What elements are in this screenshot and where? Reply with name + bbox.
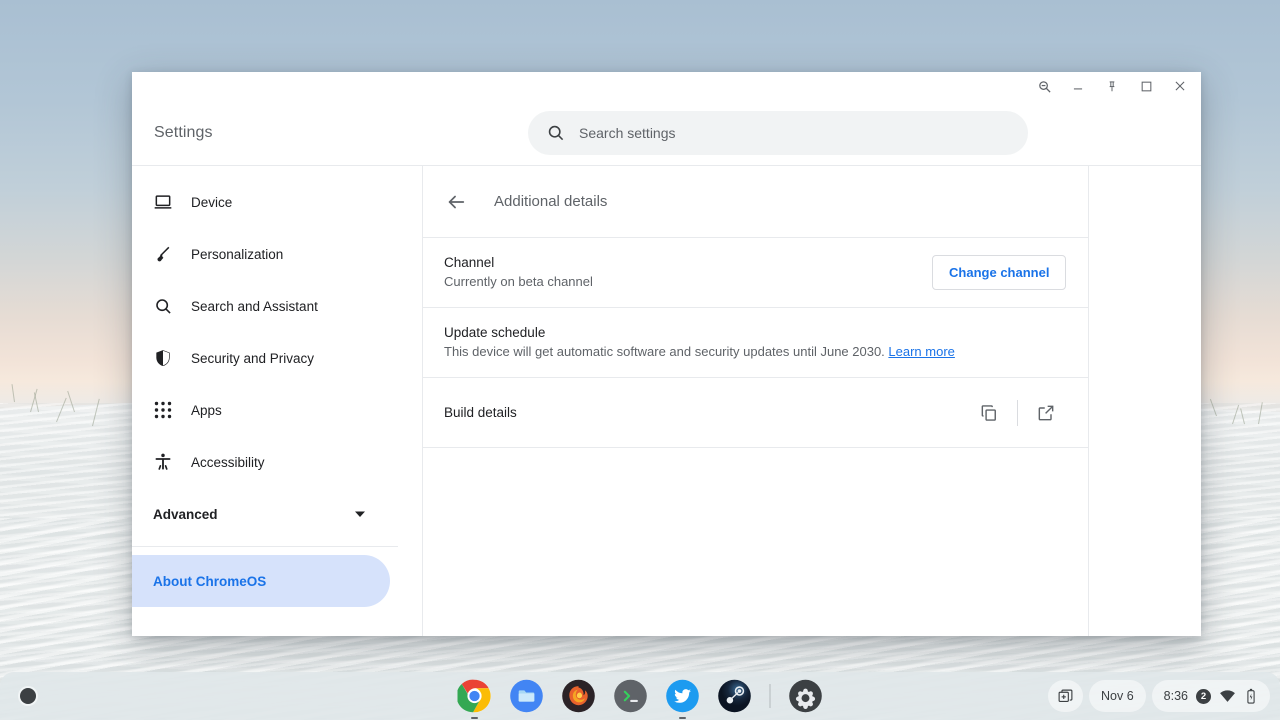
build-details-title: Build details — [444, 405, 517, 420]
settings-window: Settings Device — [132, 72, 1201, 636]
page-title: Additional details — [494, 193, 608, 210]
shield-icon — [153, 348, 173, 368]
files-icon[interactable] — [510, 679, 544, 713]
maximize-icon[interactable] — [1129, 73, 1163, 99]
running-indicator — [679, 717, 686, 719]
pin-icon[interactable] — [1095, 73, 1129, 99]
desk-add-icon[interactable] — [1048, 680, 1083, 712]
sidebar-item-label: Device — [191, 194, 233, 210]
setting-row-update-schedule: Update schedule This device will get aut… — [423, 308, 1089, 378]
shelf-divider — [769, 684, 771, 708]
system-tray: Nov 6 8:36 2 — [1048, 680, 1270, 712]
app-title: Settings — [154, 123, 213, 141]
search-icon — [546, 123, 565, 142]
channel-subtitle: Currently on beta channel — [444, 273, 593, 289]
sidebar-item-label: Search and Assistant — [191, 298, 318, 314]
zoom-search-icon[interactable] — [1027, 73, 1061, 99]
channel-title: Channel — [444, 254, 495, 270]
build-details-actions — [969, 393, 1066, 433]
update-schedule-subtitle: This device will get automatic software … — [444, 344, 955, 361]
grid-apps-icon — [153, 400, 173, 420]
accessibility-person-icon — [153, 452, 173, 472]
sidebar-item-search-and-assistant[interactable]: Search and Assistant — [132, 280, 390, 332]
action-divider — [1017, 399, 1019, 426]
sidebar-item-personalization[interactable]: Personalization — [132, 228, 390, 280]
launcher-button[interactable] — [8, 676, 48, 716]
learn-more-link[interactable]: Learn more — [888, 344, 954, 359]
search-input[interactable] — [579, 124, 1010, 141]
settings-gear-icon[interactable] — [789, 679, 823, 713]
status-tray-pod[interactable]: 8:36 2 — [1151, 680, 1270, 712]
launcher-icon — [20, 688, 36, 704]
sidebar-item-advanced[interactable]: Advanced — [132, 488, 390, 540]
sidebar-item-accessibility[interactable]: Accessibility — [132, 436, 390, 488]
steam-icon[interactable] — [718, 679, 752, 713]
window-body: Device Personalization Search and Assist… — [132, 166, 1201, 636]
sidebar-item-apps[interactable]: Apps — [132, 384, 390, 436]
setting-row-channel: Channel Currently on beta channel Change… — [423, 238, 1089, 308]
setting-row-build-details: Build details — [423, 378, 1089, 448]
update-schedule-text: This device will get automatic software … — [444, 343, 889, 359]
tray-time: 8:36 — [1163, 689, 1188, 703]
chrome-icon[interactable] — [457, 679, 492, 719]
content-header: Additional details — [423, 166, 1089, 238]
laptop-icon — [153, 192, 173, 212]
sidebar-divider — [132, 546, 398, 547]
content-right-gutter — [1089, 166, 1201, 636]
firefox-icon[interactable] — [562, 679, 596, 713]
settings-sidebar: Device Personalization Search and Assist… — [132, 166, 423, 636]
content-filler — [423, 448, 1088, 636]
sidebar-item-about-chromeos[interactable]: About ChromeOS — [132, 555, 390, 607]
shelf: Nov 6 8:36 2 — [0, 672, 1280, 720]
twitter-icon[interactable] — [666, 679, 700, 719]
minimize-icon[interactable] — [1061, 73, 1095, 99]
terminal-icon[interactable] — [614, 679, 648, 713]
change-channel-button[interactable]: Change channel — [932, 255, 1067, 290]
sidebar-item-device[interactable]: Device — [132, 176, 390, 228]
search-icon — [153, 296, 173, 316]
battery-icon — [1244, 688, 1258, 705]
desktop: Settings Device — [0, 0, 1280, 720]
sidebar-item-label: About ChromeOS — [153, 573, 267, 589]
wifi-icon — [1219, 688, 1236, 705]
sidebar-item-label: Apps — [191, 402, 222, 418]
settings-content: Additional details Channel Currently on … — [423, 166, 1090, 636]
back-arrow-icon[interactable] — [444, 190, 468, 214]
paintbrush-icon — [153, 244, 173, 264]
wallpaper-grass — [11, 384, 15, 403]
date-tray-pod[interactable]: Nov 6 — [1089, 680, 1146, 712]
open-external-icon[interactable] — [1026, 393, 1066, 433]
sidebar-item-label: Security and Privacy — [191, 350, 315, 366]
running-indicator — [471, 717, 478, 719]
chevron-down-icon — [354, 508, 366, 520]
copy-icon[interactable] — [969, 393, 1009, 433]
settings-toolbar: Settings — [132, 100, 1201, 166]
advanced-label: Advanced — [153, 506, 218, 522]
update-schedule-title: Update schedule — [444, 324, 546, 340]
search-box[interactable] — [528, 110, 1028, 155]
notification-badge[interactable]: 2 — [1196, 688, 1211, 704]
close-icon[interactable] — [1163, 73, 1197, 99]
tray-date: Nov 6 — [1101, 689, 1134, 703]
shelf-app-list — [457, 679, 823, 719]
sidebar-item-security-and-privacy[interactable]: Security and Privacy — [132, 332, 390, 384]
sidebar-item-label: Accessibility — [191, 454, 265, 470]
window-caption-bar — [132, 72, 1201, 100]
sidebar-item-label: Personalization — [191, 246, 284, 262]
